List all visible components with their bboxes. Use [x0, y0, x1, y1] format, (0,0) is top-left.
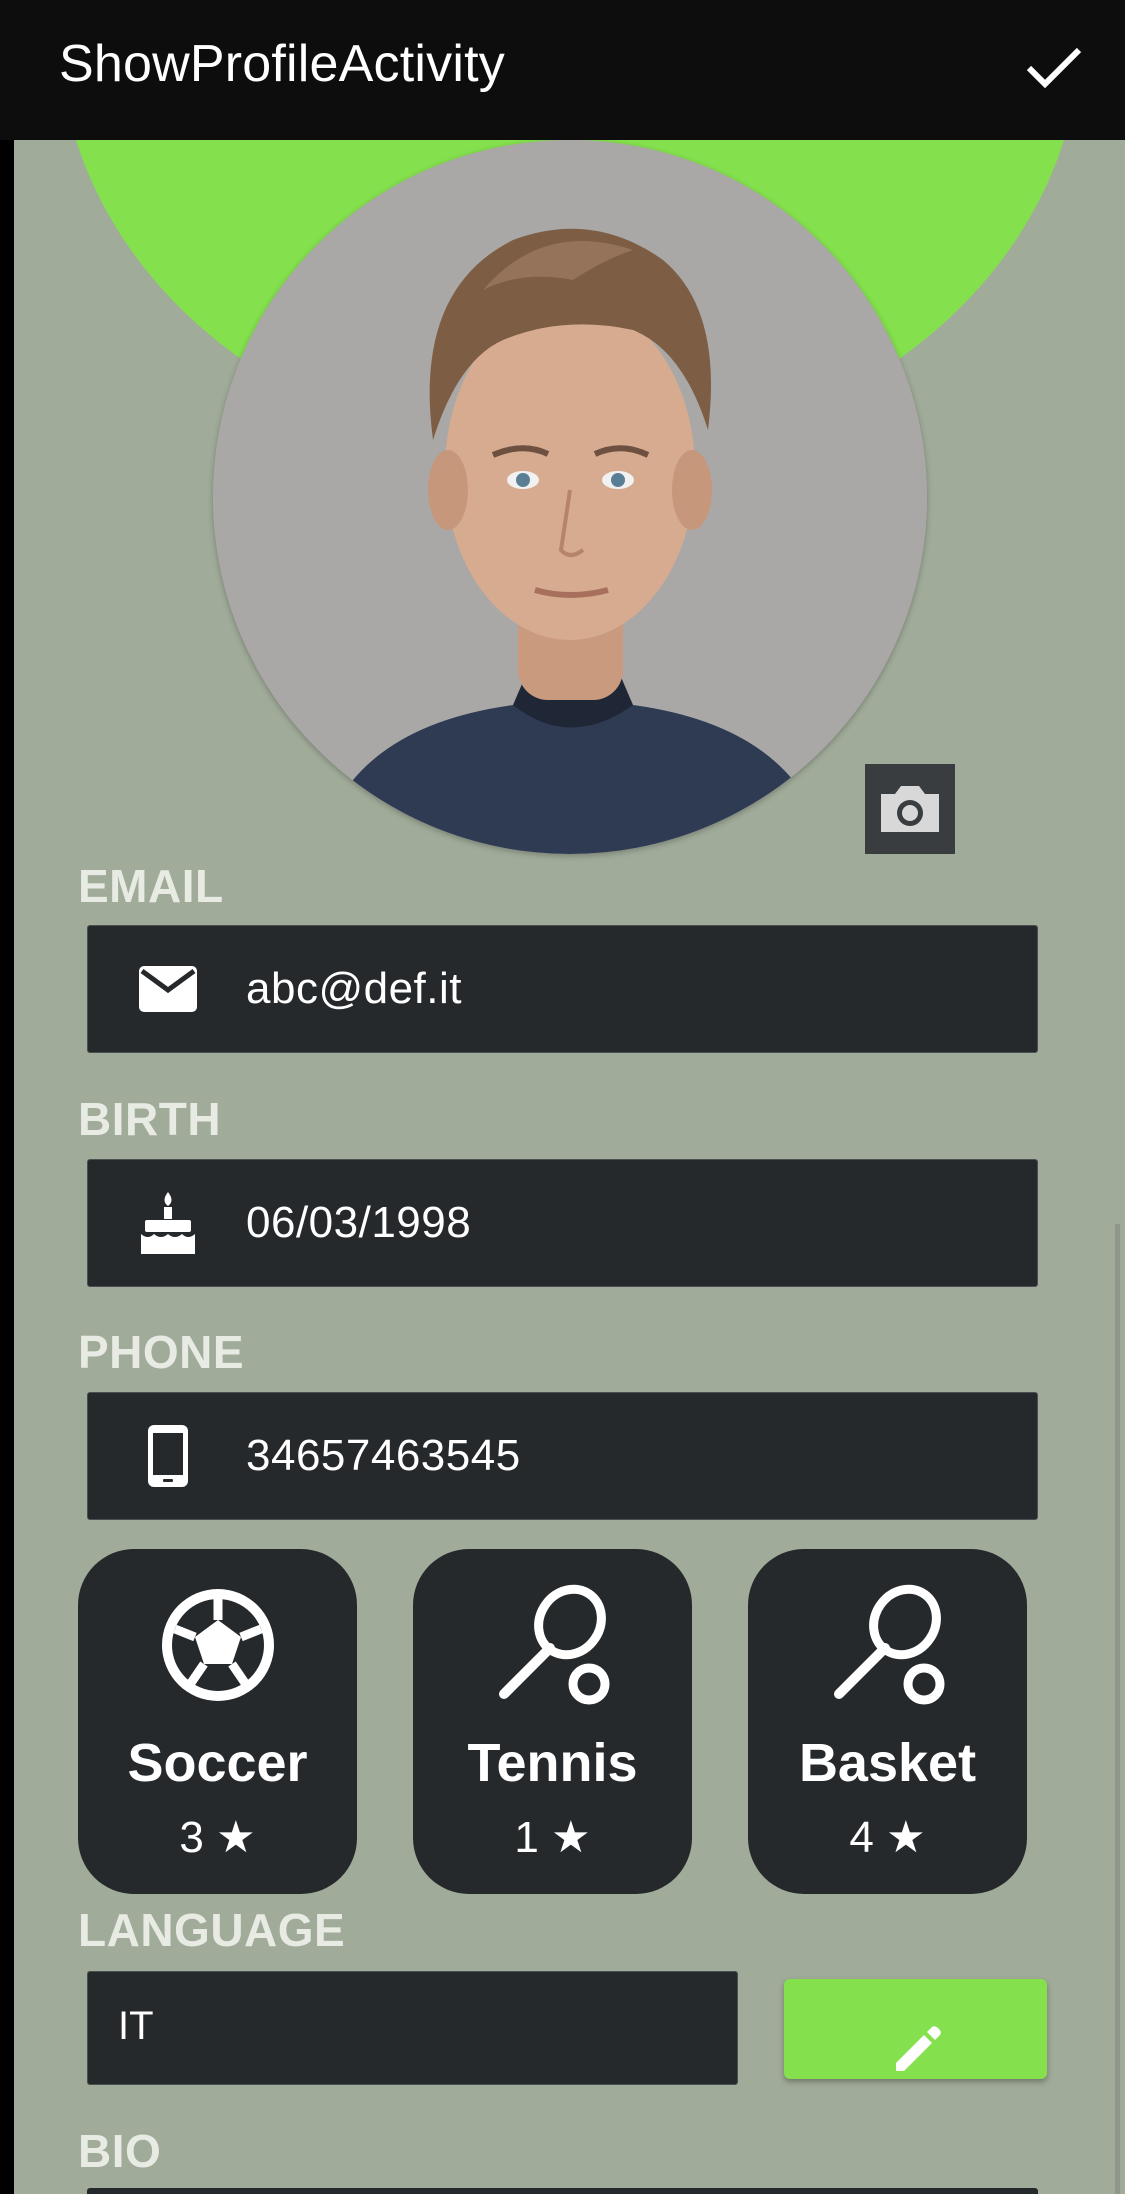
- sport-card-soccer[interactable]: Soccer 3 ★: [78, 1549, 357, 1894]
- phone-value: 34657463545: [246, 1431, 521, 1480]
- email-label: EMAIL: [78, 860, 224, 912]
- sport-name: Basket: [798, 1733, 977, 1793]
- cake-icon: [133, 1188, 203, 1258]
- mail-icon: [133, 954, 203, 1024]
- bio-label: BIO: [78, 2125, 162, 2177]
- tennis-racket-icon: [492, 1584, 614, 1706]
- confirm-button[interactable]: [1023, 36, 1085, 98]
- sport-name: Soccer: [127, 1733, 308, 1793]
- sport-level: 3 ★: [179, 1813, 256, 1862]
- birth-value: 06/03/1998: [246, 1198, 472, 1247]
- scrollbar[interactable]: [1115, 1224, 1120, 2194]
- language-field[interactable]: IT: [87, 1971, 738, 2085]
- change-photo-button[interactable]: [865, 764, 955, 854]
- birth-field[interactable]: 06/03/1998: [87, 1159, 1038, 1287]
- profile-photo: [213, 140, 927, 854]
- profile-screen: EMAIL abc@def.it BIRTH 06/03/1998 PHONE: [14, 0, 1125, 2194]
- soccer-ball-icon: [157, 1584, 279, 1706]
- sport-card-tennis[interactable]: Tennis 1 ★: [413, 1549, 692, 1894]
- smartphone-icon: [133, 1421, 203, 1491]
- app-bar: ShowProfileActivity: [0, 0, 1125, 140]
- sport-name: Tennis: [467, 1733, 638, 1793]
- sport-card-basket[interactable]: Basket 4 ★: [748, 1549, 1027, 1894]
- check-icon: [1026, 47, 1082, 89]
- email-value: abc@def.it: [246, 964, 462, 1013]
- tennis-racket-icon: [827, 1584, 949, 1706]
- bio-field[interactable]: [87, 2188, 1038, 2194]
- pencil-icon: [896, 2026, 941, 2071]
- phone-label: PHONE: [78, 1326, 245, 1378]
- language-value: IT: [118, 2004, 154, 2048]
- language-label: LANGUAGE: [78, 1904, 346, 1956]
- email-field[interactable]: abc@def.it: [87, 925, 1038, 1053]
- birth-label: BIRTH: [78, 1093, 222, 1145]
- camera-icon: [881, 786, 939, 832]
- app-bar-title: ShowProfileActivity: [59, 35, 505, 93]
- sport-level: 4 ★: [849, 1813, 926, 1862]
- sport-level: 1 ★: [514, 1813, 591, 1862]
- phone-field[interactable]: 34657463545: [87, 1392, 1038, 1520]
- edit-language-button[interactable]: [784, 1979, 1047, 2079]
